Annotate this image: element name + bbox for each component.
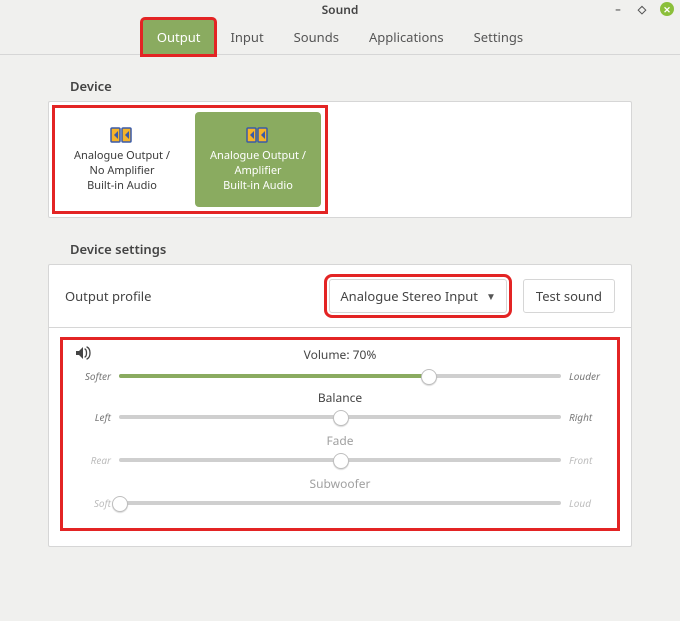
tab-applications[interactable]: Applications <box>354 19 459 55</box>
tab-sounds[interactable]: Sounds <box>279 19 354 55</box>
slider-left-label: Softer <box>75 369 111 383</box>
tab-settings[interactable]: Settings <box>459 19 538 55</box>
fade-label: Fade <box>75 432 605 449</box>
slider-right-label: Loud <box>569 496 605 510</box>
device-card-line: No Amplifier <box>90 164 155 179</box>
chevron-down-icon: ▼ <box>486 289 496 303</box>
volume-label: Volume: 70% <box>304 346 377 363</box>
tab-output[interactable]: Output <box>142 19 216 55</box>
slider-left-label: Left <box>75 410 111 424</box>
device-card-line: Amplifier <box>234 164 281 179</box>
slider-left-label: Soft <box>75 496 111 510</box>
subwoofer-slider[interactable]: Soft Loud <box>75 496 605 510</box>
balance-slider[interactable]: Left Right <box>75 410 605 424</box>
close-button[interactable]: ✕ <box>660 2 674 16</box>
output-profile-label: Output profile <box>65 287 151 305</box>
balance-label: Balance <box>75 389 605 406</box>
sound-card-icon <box>244 125 272 145</box>
device-card-line: Analogue Output / <box>210 149 306 164</box>
speaker-icon <box>75 346 91 364</box>
device-card-line: Built-in Audio <box>87 179 157 194</box>
slider-right-label: Front <box>569 453 605 467</box>
slider-right-label: Louder <box>569 369 605 383</box>
tab-bar: Output Input Sounds Applications Setting… <box>0 18 680 55</box>
titlebar: Sound – ◇ ✕ <box>0 0 680 18</box>
output-profile-dropdown[interactable]: Analogue Stereo Input ▼ <box>329 279 507 313</box>
output-profile-value: Analogue Stereo Input <box>340 287 478 305</box>
slider-left-label: Rear <box>75 453 111 467</box>
device-card-0[interactable]: Analogue Output / No Amplifier Built-in … <box>59 112 185 207</box>
section-title-device: Device <box>70 77 632 95</box>
section-title-settings: Device settings <box>70 240 632 258</box>
device-panel: Analogue Output / No Amplifier Built-in … <box>48 101 632 218</box>
window-title: Sound <box>322 1 359 18</box>
subwoofer-label: Subwoofer <box>75 475 605 492</box>
device-card-1[interactable]: Analogue Output / Amplifier Built-in Aud… <box>195 112 321 207</box>
slider-right-label: Right <box>569 410 605 424</box>
maximize-button[interactable]: ◇ <box>636 3 648 15</box>
fade-slider[interactable]: Rear Front <box>75 453 605 467</box>
device-card-line: Built-in Audio <box>223 179 293 194</box>
minimize-button[interactable]: – <box>612 3 624 15</box>
sound-card-icon <box>108 125 136 145</box>
tab-input[interactable]: Input <box>215 19 278 55</box>
device-settings-panel: Output profile Analogue Stereo Input ▼ T… <box>48 264 632 547</box>
test-sound-button[interactable]: Test sound <box>523 279 615 313</box>
device-card-line: Analogue Output / <box>74 149 170 164</box>
sliders-block: Volume: 70% Softer Louder Balance Left R… <box>65 342 615 526</box>
divider <box>49 327 631 328</box>
volume-slider[interactable]: Softer Louder <box>75 369 605 383</box>
